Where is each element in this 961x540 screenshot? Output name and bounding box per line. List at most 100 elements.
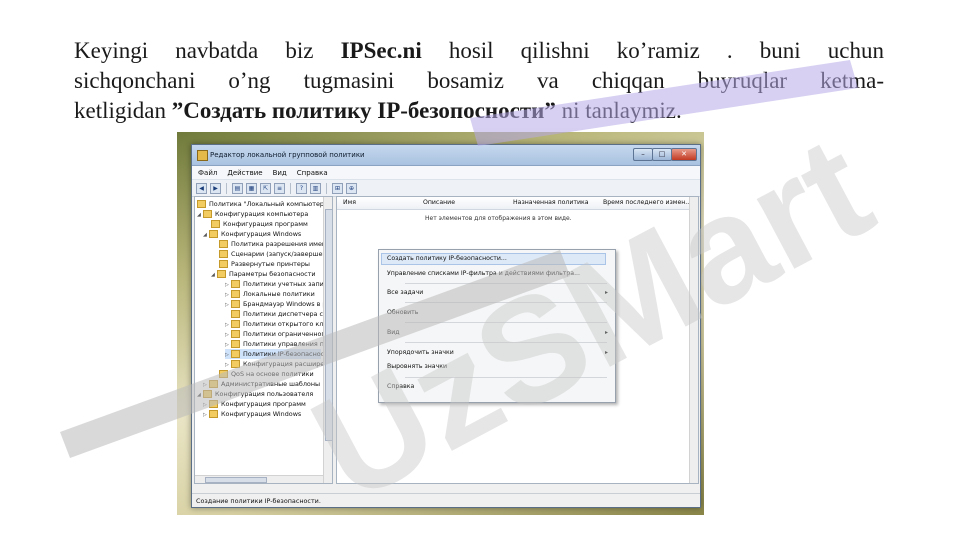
tree-item-name-resolution[interactable]: Политика разрешения имен	[219, 239, 326, 249]
close-button[interactable]: ✕	[671, 148, 697, 161]
tree-item-scripts[interactable]: Сценарии (запуск/завершение)	[219, 249, 333, 259]
maximize-button[interactable]: □	[652, 148, 672, 161]
folder-icon	[231, 280, 240, 288]
tree-item-account-policies[interactable]: ▷ Политики учетных записей	[225, 279, 333, 289]
menu-action[interactable]: Действие	[227, 169, 262, 177]
tree-item-windows-settings[interactable]: ◢ Конфигурация Windows	[203, 229, 301, 239]
minimize-button[interactable]: –	[633, 148, 653, 161]
tree-label: Политики открытого ключа	[243, 320, 333, 328]
line3-text-a: ketligidan	[74, 98, 172, 123]
folder-icon	[211, 220, 220, 228]
embedded-screenshot: Редактор локальной групповой политики – …	[177, 132, 704, 515]
tree-label: Параметры безопасности	[229, 270, 316, 278]
details-scrollbar[interactable]	[689, 197, 698, 483]
gpedit-window: Редактор локальной групповой политики – …	[191, 144, 701, 508]
tree-label: Конфигурация пользователя	[215, 390, 314, 398]
back-icon[interactable]: ◀	[196, 182, 207, 194]
folder-icon	[231, 290, 240, 298]
tree-label: Политики ограниченного	[243, 330, 329, 338]
tree-item-network-list[interactable]: Политики диспетчера списков	[231, 309, 332, 319]
folder-icon	[209, 380, 218, 388]
menu-refresh[interactable]: Обновить	[387, 309, 418, 316]
ipsec-icon	[231, 350, 240, 358]
tree-label: Локальные политики	[243, 290, 315, 298]
tree-item-applocker[interactable]: ▷Политики управления приложениями	[225, 339, 332, 349]
window-titlebar[interactable]: Редактор локальной групповой политики – …	[192, 145, 700, 166]
line1-text-c: hosil qilishni ko’ramiz . buni uchun	[421, 38, 884, 63]
tree-label: Сценарии (запуск/завершение)	[231, 250, 333, 258]
tree-label: Политики учетных записей	[243, 280, 333, 288]
script-icon	[219, 250, 228, 258]
tree-item-user-windows[interactable]: ▷ Конфигурация Windows	[203, 409, 301, 419]
tree-label: Политики управления приложениями	[243, 340, 332, 348]
tree-vertical-scrollbar[interactable]	[323, 197, 332, 483]
tree-item-admin-templates[interactable]: ▷ Административные шаблоны	[203, 379, 320, 389]
tree-item-restriction[interactable]: ▷ Политики ограниченного	[225, 329, 329, 339]
menu-arrange-icons[interactable]: Упорядочить значки	[387, 349, 454, 356]
line3-text-c: ni tanlaymiz.	[555, 98, 682, 123]
list-icon[interactable]: ▥	[310, 182, 321, 194]
user-icon	[203, 390, 212, 398]
status-bar: Создание политики IP-безопасности.	[192, 493, 700, 507]
tree-label: Конфигурация Windows	[221, 230, 302, 238]
column-description[interactable]: Описание	[423, 199, 455, 206]
tree-item-local-policies[interactable]: ▷ Локальные политики	[225, 289, 315, 299]
tree-item-security-settings[interactable]: ◢ Параметры безопасности	[211, 269, 316, 279]
tree-label: Конфигурация программ	[223, 220, 308, 228]
menu-view[interactable]: Вид	[387, 329, 400, 336]
menu-all-tasks[interactable]: Все задачи	[387, 289, 423, 296]
folder-icon	[219, 240, 228, 248]
menu-view[interactable]: Вид	[273, 169, 287, 177]
column-modified[interactable]: Время последнего измен...	[603, 199, 691, 206]
menu-help[interactable]: Справка	[297, 169, 328, 177]
tree-item-firewall[interactable]: ▷Брандмауэр Windows в режиме	[225, 299, 332, 309]
scroll-thumb[interactable]	[205, 477, 267, 483]
menu-separator	[405, 342, 607, 343]
folder-icon	[231, 320, 240, 328]
tree-item-software-settings[interactable]: Конфигурация программ	[211, 219, 308, 229]
folder-icon	[231, 300, 240, 308]
folder-icon	[209, 400, 218, 408]
folder-icon[interactable]: ▤	[232, 182, 243, 194]
tree-item-computer-config[interactable]: ◢ Конфигурация компьютера	[197, 209, 308, 219]
view-icon[interactable]: ▦	[246, 182, 257, 194]
properties-icon[interactable]: ≡	[274, 182, 285, 194]
tree-item-printers[interactable]: Развернутые принтеры	[219, 259, 310, 269]
menu-line-up-icons[interactable]: Выровнять значки	[387, 363, 447, 370]
menu-help[interactable]: Справка	[387, 383, 414, 390]
snapin-icon[interactable]: ⊕	[346, 182, 357, 194]
instruction-paragraph: Keyingi navbatda biz IPSec.ni hosil qili…	[74, 36, 884, 126]
chart-icon	[219, 370, 228, 378]
tree-item-qos[interactable]: QoS на основе политики	[219, 369, 314, 379]
tree-item-root[interactable]: Политика "Локальный компьютер"	[197, 199, 327, 209]
tree-item-public-key[interactable]: ▷ Политики открытого ключа	[225, 319, 333, 329]
tree-item-user-software[interactable]: ▷ Конфигурация программ	[203, 399, 306, 409]
menu-manage-ip-filter[interactable]: Управление списками IP-фильтра и действи…	[387, 270, 580, 277]
tree-pane[interactable]: Политика "Локальный компьютер" ◢ Конфигур…	[194, 196, 333, 484]
menu-separator	[405, 283, 607, 284]
tree-item-ipsec-policies[interactable]: ▷ Политики IP-безопасности	[225, 349, 332, 359]
tree-item-user-config[interactable]: ◢ Конфигурация пользователя	[197, 389, 313, 399]
menu-separator	[405, 322, 607, 323]
tree-label: QoS на основе политики	[231, 370, 314, 378]
filter-icon[interactable]: ⊞	[332, 182, 343, 194]
tree-label: Конфигурация расширенной	[243, 360, 333, 368]
scroll-thumb[interactable]	[325, 209, 332, 441]
menu-bar: Файл Действие Вид Справка	[192, 166, 700, 180]
tree-item-advanced-audit[interactable]: ▷ Конфигурация расширенной	[225, 359, 333, 369]
menu-create-ipsec-policy[interactable]: Создать политику IP-безопасности...	[381, 253, 606, 265]
forward-icon[interactable]: ▶	[210, 182, 221, 194]
column-name[interactable]: Имя	[343, 199, 356, 206]
menu-file[interactable]: Файл	[198, 169, 217, 177]
folder-icon	[209, 410, 218, 418]
toolbar-separator-2	[290, 182, 291, 194]
paragraph-line-2: sichqonchani o’ng tugmasini bosamiz va c…	[74, 68, 884, 93]
help-icon[interactable]: ?	[296, 182, 307, 194]
tree-label: Политики IP-безопасности	[243, 350, 333, 358]
tree-horizontal-scrollbar[interactable]	[195, 475, 323, 483]
column-assigned[interactable]: Назначенная политика	[513, 199, 589, 206]
security-icon	[217, 270, 226, 278]
paragraph-line-1: Keyingi navbatda biz IPSec.ni hosil qili…	[74, 36, 884, 66]
submenu-arrow-icon: ▸	[604, 349, 608, 356]
export-icon[interactable]: ⇱	[260, 182, 271, 194]
